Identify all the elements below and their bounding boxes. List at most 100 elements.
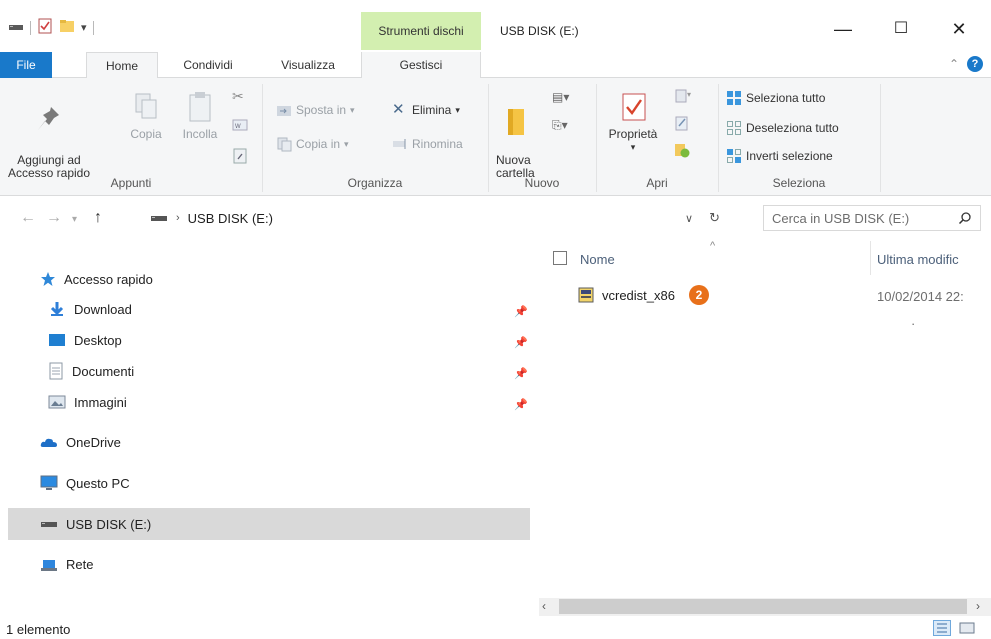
search-placeholder: Cerca in USB DISK (E:) [772,210,910,226]
group-separator [880,84,881,192]
tab-share[interactable]: Condividi [168,52,248,78]
properties-icon[interactable] [37,18,53,37]
clipboard-group-label: Appunti [110,176,152,190]
scroll-left-icon[interactable]: ‹ [542,599,546,613]
paste-icon [189,92,211,122]
breadcrumb-separator-icon[interactable]: › [176,212,180,224]
paste-button[interactable]: Incolla [176,90,224,141]
copy-to-label: Copia in [296,137,341,151]
maximize-button[interactable]: ☐ [878,14,924,44]
pin-icon[interactable]: 📌 [514,336,528,349]
copy-path-icon[interactable]: W [232,118,248,134]
details-view-icon[interactable] [933,620,951,636]
file-modified-date: 10/02/2014 22: [877,289,964,304]
select-all-checkbox[interactable] [553,251,567,265]
edit-icon[interactable] [674,115,692,134]
easy-access-icon[interactable]: ⎘▾ [552,118,569,133]
copy-label: Copia [130,127,162,141]
customize-qat-icon[interactable]: ▾ [81,21,87,34]
ribbon-right-controls: ⌃ ? [949,56,983,72]
pin-icon[interactable]: 📌 [514,367,528,380]
forward-arrow-icon[interactable]: → [46,209,62,227]
column-header-name[interactable]: Nome [580,252,615,267]
scroll-right-icon[interactable]: › [976,599,980,613]
copy-button[interactable]: Copia [126,90,166,141]
status-bar [0,617,991,639]
tab-file[interactable]: File [0,52,52,78]
tab-home[interactable]: Home [86,52,158,79]
paste-shortcut-icon[interactable] [232,148,248,164]
nav-download[interactable]: Download [48,297,132,321]
usb-drive-icon [41,522,57,527]
close-button[interactable]: ✕ [936,14,982,44]
nav-quick-access[interactable]: Accesso rapido [40,267,153,291]
copy-icon [135,93,157,119]
delete-label: Elimina [412,103,452,117]
svg-text:▾: ▾ [687,90,691,99]
invert-selection-button[interactable]: Inverti selezione [726,148,833,164]
large-icons-view-icon[interactable] [958,620,976,636]
tab-manage[interactable]: Gestisci [361,52,481,78]
select-all-button[interactable]: Seleziona tutto [726,90,825,106]
rename-icon [393,139,406,149]
quick-access-toolbar: ▾ [8,18,94,37]
properties-button[interactable]: Proprietà ▾ [604,90,662,154]
new-folder-icon[interactable] [59,18,75,37]
drive-icon[interactable] [8,20,24,35]
clipboard-small-buttons: ✂ W [232,88,248,164]
documents-icon [49,362,63,380]
move-to-label: Sposta in [296,103,347,117]
delete-button[interactable]: ✕ Elimina ▾ [392,102,460,118]
network-icon [41,560,57,571]
nav-this-pc[interactable]: Questo PC [40,471,130,495]
select-none-button[interactable]: Deseleziona tutto [726,120,839,136]
history-icon[interactable] [674,142,692,161]
refresh-icon[interactable]: ↻ [709,210,720,226]
cut-icon[interactable]: ✂ [232,88,248,104]
minimize-button[interactable]: — [820,14,866,44]
nav-documents[interactable]: Documenti [48,359,134,383]
scrollbar-thumb[interactable] [559,599,967,614]
rename-button[interactable]: Rinomina [392,136,463,152]
address-dropdown-icon[interactable]: ∨ [685,212,693,225]
open-small-buttons: ▾ [674,88,692,161]
tab-view[interactable]: Visualizza [266,52,350,78]
step-badge: 2 [688,285,709,305]
new-group-label: Nuovo [524,176,560,190]
recent-locations-icon[interactable]: ▾ [72,214,77,225]
nav-quick-access-label: Accesso rapido [64,271,153,287]
pin-icon[interactable]: 📌 [514,398,528,411]
nav-desktop[interactable]: Desktop [48,328,122,352]
move-to-button[interactable]: Sposta in ▾ [276,102,355,118]
nav-pictures[interactable]: Immagini [48,390,127,414]
address-bar[interactable]: › USB DISK (E:) ∨ ↻ [144,205,726,231]
copy-to-icon [277,137,292,152]
up-arrow-icon[interactable]: ↑ [94,209,102,227]
properties-label: Proprietà [608,127,658,141]
breadcrumb-usb-disk[interactable]: USB DISK (E:) [188,211,273,226]
search-icon[interactable] [958,211,972,225]
back-arrow-icon[interactable]: ← [20,209,36,227]
star-icon [41,272,55,286]
copy-to-button[interactable]: Copia in ▾ [276,136,349,152]
open-icon[interactable]: ▾ [674,88,692,107]
column-header-modified[interactable]: Ultima modific [877,252,959,267]
nav-network[interactable]: Rete [40,552,93,576]
collapse-ribbon-icon[interactable]: ⌃ [949,57,959,71]
nav-usb-disk[interactable]: USB DISK (E:) [40,512,151,536]
new-item-icon[interactable]: ▤▾ [552,90,569,104]
help-icon[interactable]: ? [967,56,983,72]
ribbon-tab-row: File Home Condividi Visualizza Gestisci … [0,52,991,79]
nav-onedrive[interactable]: OneDrive [40,430,121,454]
qat-separator [92,20,94,35]
nav-onedrive-label: OneDrive [66,434,121,450]
pin-quick-access-button[interactable]: Aggiungi ad Accesso rapido [6,90,92,180]
file-row[interactable]: vcredist_x86 2 [578,285,709,305]
new-folder-button[interactable]: Nuova cartella [496,90,542,180]
nav-documents-label: Documenti [72,363,135,379]
pin-icon[interactable]: 📌 [514,305,528,318]
search-input[interactable]: Cerca in USB DISK (E:) [763,205,981,231]
column-divider[interactable] [870,241,871,275]
pin-icon [38,107,59,130]
select-none-label: Deseleziona tutto [746,121,839,135]
